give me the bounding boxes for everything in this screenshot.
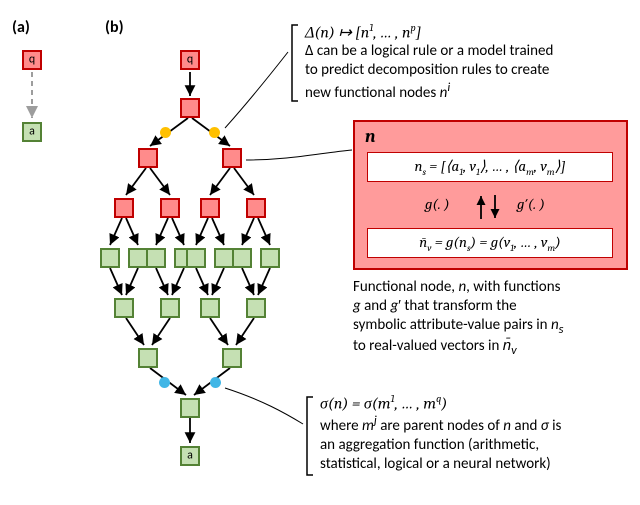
b-r3c-node (200, 198, 220, 218)
b-r2a-node (138, 148, 158, 168)
sigma-l3: an aggregation function (arithmetic, (320, 436, 635, 455)
delta-dot (160, 127, 171, 138)
b-q-node: q (180, 50, 200, 70)
delta-line2: Δ can be a logical rule or a model train… (305, 42, 635, 61)
n-sub-ns: ns = [⟨a1, v1⟩, … , ⟨am, vm⟩] (367, 152, 613, 182)
gprime-label: g′(. ) (517, 195, 545, 213)
delta-line3: to predict decomposition rules to create (305, 61, 635, 80)
n-description: Functional node, n, with functions g and… (353, 278, 635, 359)
g-label: g(. ) (425, 195, 450, 213)
b-g6b-node (222, 348, 242, 368)
n-desc-l4: to real-valued vectors in n̄v (353, 337, 635, 359)
b-g4e-node (186, 248, 206, 268)
b-r3b-node (160, 198, 180, 218)
bracket-icon (303, 395, 317, 477)
bidir-arrows-icon (469, 189, 509, 225)
ns-formula: ns = [⟨a1, v1⟩, … , ⟨am, vm⟩] (414, 157, 565, 178)
b-g4b-node (128, 248, 148, 268)
b-g4f-node (214, 248, 234, 268)
b-g6a-node (138, 348, 158, 368)
n-panel-mid: g(. ) g′(. ) (425, 189, 565, 225)
sigma-l2: where mj are parent nodes of n and σ is (320, 413, 635, 436)
b-g5c-node (200, 298, 220, 318)
sigma-annotation: σ(n) = σ(m1, … , mq) where mj are parent… (320, 393, 635, 474)
b-g4h-node (260, 248, 280, 268)
b-r1-node (180, 98, 200, 118)
b-g5b-node (160, 298, 180, 318)
n-desc-l2: g and g′ that transform the (353, 297, 635, 316)
sigma-l1: σ(n) = σ(m1, … , mq) (320, 393, 635, 413)
sigma-dot (159, 377, 170, 388)
delta-annotation: Δ(n) ↦ [n1, … , np] Δ can be a logical r… (305, 22, 635, 103)
bracket-icon (288, 23, 302, 103)
sigma-l4: statistical, logical or a neural network… (320, 455, 635, 474)
n-sub-nv: n̄v = g(ns) = g(v1, … , vm) (367, 228, 613, 258)
n-desc-l1: Functional node, n, with functions (353, 278, 635, 297)
b-r3a-node (114, 198, 134, 218)
b-a-node: a (180, 446, 200, 466)
n-panel-title: n (365, 126, 375, 147)
node-letter-a: a (187, 448, 193, 462)
delta-dot (209, 127, 220, 138)
b-r2b-node (222, 148, 242, 168)
b-r3d-node (246, 198, 266, 218)
nv-formula: n̄v = g(ns) = g(v1, … , vm) (419, 233, 561, 254)
n-panel: n ns = [⟨a1, v1⟩, … , ⟨am, vm⟩] g(. ) g′… (353, 120, 628, 270)
sigma-dot (210, 377, 221, 388)
b-g4c-node (146, 248, 166, 268)
b-g7-node (180, 398, 200, 418)
b-g5d-node (246, 298, 266, 318)
delta-line4: new functional nodes ni (305, 80, 635, 103)
n-desc-l3: symbolic attribute-value pairs in ns (353, 316, 635, 338)
b-g4a-node (100, 248, 120, 268)
delta-line1: Δ(n) ↦ [n1, … , np] (305, 22, 635, 42)
b-g4g-node (232, 248, 252, 268)
node-letter-q: q (187, 52, 193, 66)
b-g5a-node (114, 298, 134, 318)
